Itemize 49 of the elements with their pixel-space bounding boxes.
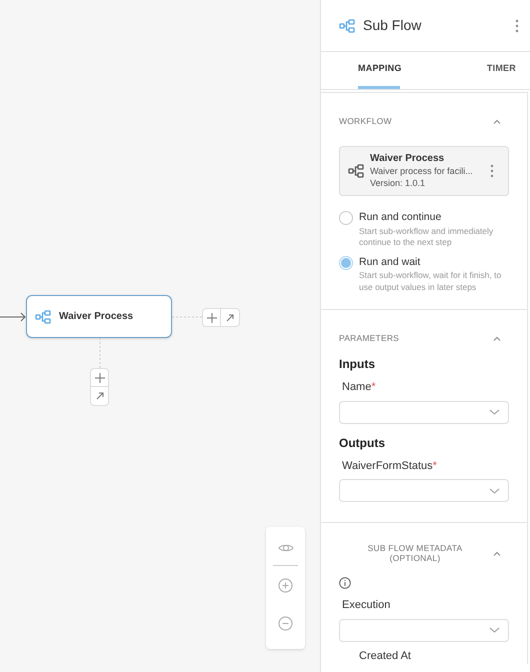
incoming-arrow (0, 312, 26, 322)
field-label: Execution (342, 599, 390, 611)
panel-title: Sub Flow (363, 16, 422, 35)
workflow-card[interactable]: Waiver Process Waiver process for facili... Version: 1.0.1 (339, 146, 509, 196)
chevron-icon[interactable] (493, 336, 501, 342)
select-field[interactable] (339, 618, 509, 642)
workflow-node[interactable]: Waiver Process (26, 295, 172, 338)
tab[interactable]: MAPPING (358, 52, 400, 89)
dropdown-caret-icon (489, 627, 500, 633)
radio-button[interactable] (339, 256, 353, 270)
field-label: Created At (358, 648, 412, 664)
select-field[interactable] (339, 479, 509, 502)
chevron-icon[interactable] (493, 550, 501, 556)
plus-icon (206, 312, 216, 322)
field-label: Name* (342, 381, 376, 393)
option-label: Run and continue (359, 210, 442, 225)
dropdown-caret-icon (489, 409, 500, 415)
zoom-out-icon[interactable] (278, 616, 293, 631)
node-title: Waiver Process (59, 310, 134, 324)
zoom-in-icon[interactable] (278, 578, 293, 593)
section-heading: WORKFLOW (339, 115, 392, 128)
subflow-icon (348, 164, 364, 178)
field-label: WaiverFormStatus* (342, 460, 437, 472)
connector-line (99, 338, 101, 368)
section-heading: SUB FLOW METADATA (OPTIONAL) (366, 543, 464, 563)
info-icon[interactable] (339, 577, 351, 589)
select-field[interactable] (339, 400, 509, 424)
arrow-icon (226, 314, 234, 322)
workflow-name: Waiver Process (370, 152, 446, 165)
arrow-icon (96, 392, 104, 400)
section-heading: PARAMETERS (339, 332, 400, 345)
group-title: Outputs (339, 434, 386, 452)
tab[interactable]: TIMER (486, 52, 516, 89)
option-label: Run and wait (359, 254, 422, 270)
subflow-icon (339, 18, 355, 32)
workflow-version: Version: 1.0.1 (370, 176, 426, 189)
more-icon[interactable] (490, 164, 494, 178)
workflow-description: Waiver process for facili... (370, 164, 474, 177)
connector-line (172, 316, 202, 318)
dropdown-caret-icon (489, 488, 500, 494)
chevron-icon[interactable] (493, 118, 501, 124)
group-title: Inputs (339, 356, 376, 373)
option-description: Start sub-workflow, wait for it finish, to use output values in later steps (359, 270, 502, 294)
plus-icon (94, 372, 104, 382)
subflow-icon (35, 310, 51, 324)
option-description: Start sub-workflow and immediately continue to the next step (359, 226, 494, 248)
radio-button[interactable] (339, 210, 353, 225)
eye-icon[interactable] (278, 543, 294, 553)
more-icon[interactable] (515, 18, 519, 32)
